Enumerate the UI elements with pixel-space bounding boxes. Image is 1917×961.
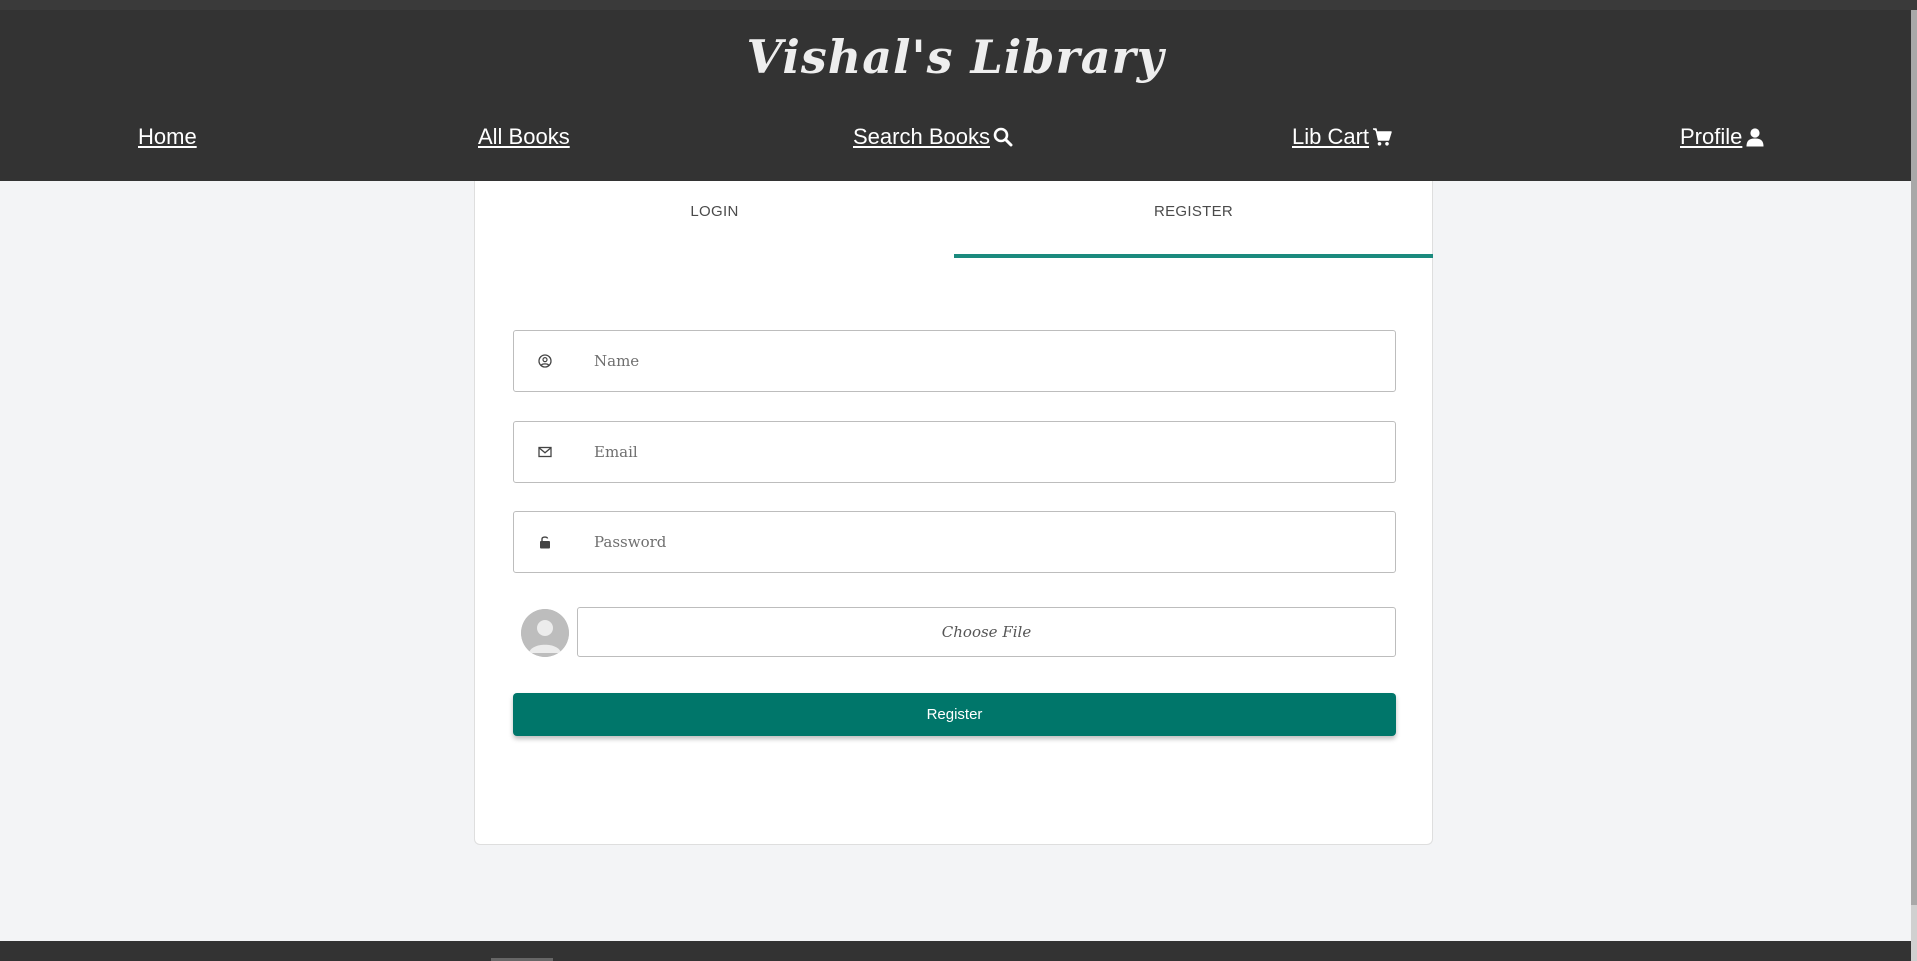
avatar-preview xyxy=(521,609,569,657)
email-placeholder: Email xyxy=(594,443,638,461)
tab-register[interactable]: REGISTER xyxy=(954,181,1433,258)
email-field[interactable]: Email xyxy=(513,421,1396,483)
auth-card: LOGIN REGISTER Name Email Password Choos… xyxy=(474,181,1433,845)
mail-icon xyxy=(514,446,572,458)
tab-login-label: LOGIN xyxy=(690,203,739,220)
user-circle-icon xyxy=(514,354,572,368)
main-nav: Home All Books Search Books Lib Cart Pro… xyxy=(0,104,1911,181)
password-placeholder: Password xyxy=(594,533,667,551)
user-icon xyxy=(1745,127,1765,147)
nav-link-home[interactable]: Home xyxy=(138,124,197,150)
nav-label-lib-cart: Lib Cart xyxy=(1292,124,1370,149)
nav-label-all-books: All Books xyxy=(478,124,570,149)
name-field[interactable]: Name xyxy=(513,330,1396,392)
password-field[interactable]: Password xyxy=(513,511,1396,573)
nav-label-search-books: Search Books xyxy=(853,124,990,149)
nav-link-profile[interactable]: Profile xyxy=(1680,124,1765,150)
nav-link-lib-cart[interactable]: Lib Cart xyxy=(1292,124,1392,150)
nav-label-home: Home xyxy=(138,124,197,149)
nav-link-all-books[interactable]: All Books xyxy=(478,124,570,150)
tab-register-label: REGISTER xyxy=(1153,203,1234,220)
search-icon xyxy=(993,127,1013,147)
cart-icon xyxy=(1372,127,1392,147)
register-button[interactable]: Register xyxy=(513,693,1396,736)
site-title: Vishal's Library xyxy=(746,30,1165,84)
file-upload-field[interactable]: Choose File xyxy=(577,607,1396,657)
footer-bar xyxy=(0,941,1911,961)
page-scrollbar-thumb[interactable] xyxy=(1911,10,1917,905)
name-placeholder: Name xyxy=(594,352,640,370)
nav-label-profile: Profile xyxy=(1680,124,1743,149)
nav-link-search-books[interactable]: Search Books xyxy=(853,124,1013,150)
site-header: Vishal's Library xyxy=(0,10,1911,104)
choose-file-label: Choose File xyxy=(941,623,1032,641)
tab-login[interactable]: LOGIN xyxy=(475,181,954,258)
unlock-icon xyxy=(514,535,572,549)
default-avatar-icon xyxy=(521,609,569,657)
